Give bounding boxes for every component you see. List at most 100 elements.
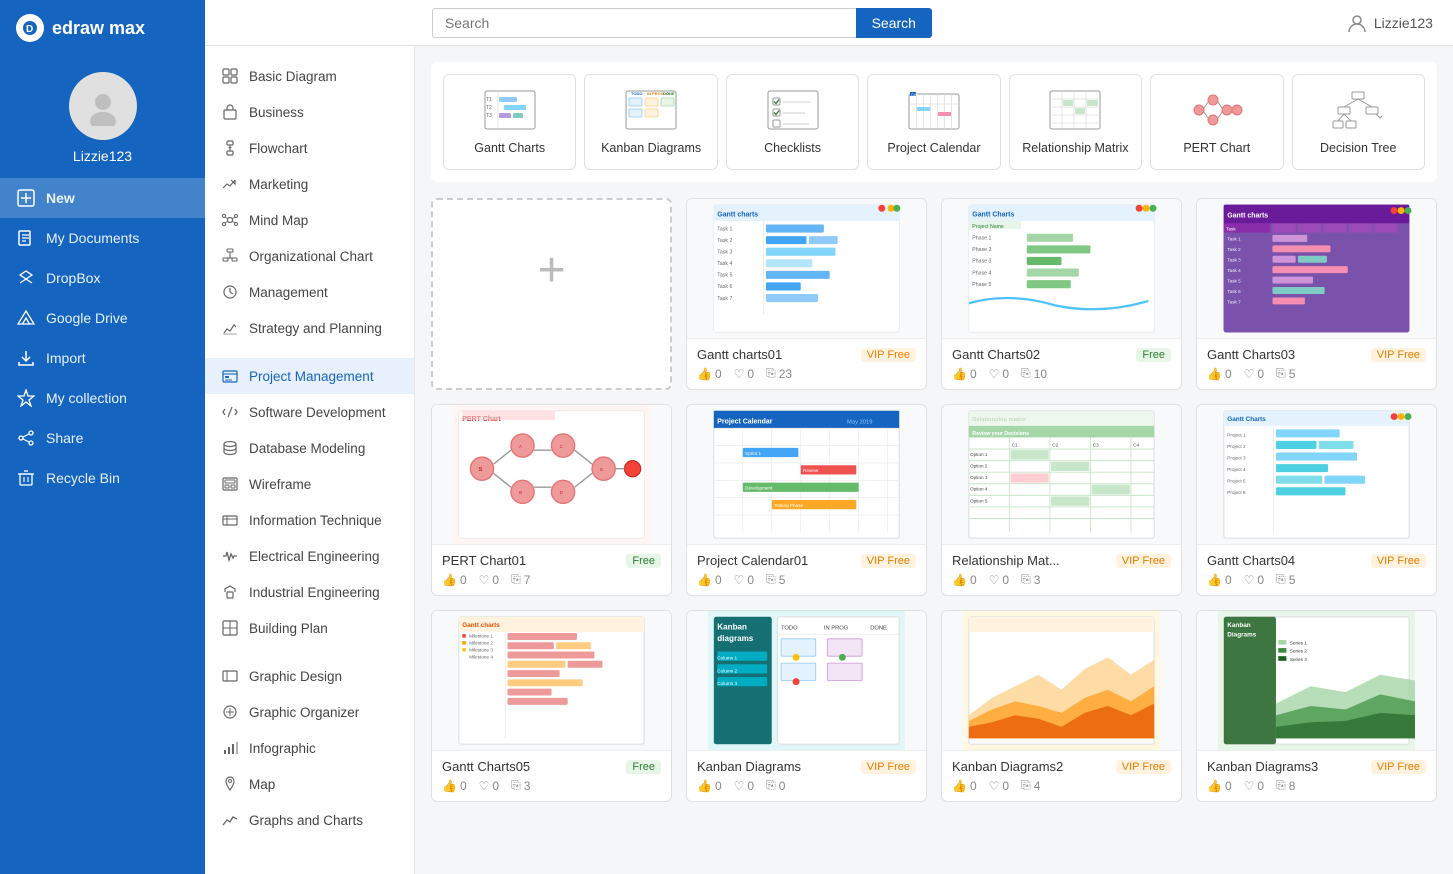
- category-project-management[interactable]: Project Management: [205, 358, 414, 394]
- type-card-pert-chart[interactable]: PERT Chart: [1150, 74, 1283, 170]
- type-card-project-calendar[interactable]: CAL Project Calendar: [867, 74, 1000, 170]
- template-card-gantt05[interactable]: Gantt charts Milestone 1 Milestone 2 Mil…: [431, 610, 672, 802]
- template-card-gantt01[interactable]: Gantt charts Task 1 Task 2: [686, 198, 927, 390]
- template-card-new[interactable]: +: [431, 198, 672, 390]
- type-card-gantt-charts[interactable]: T1 T2 T3 Gantt Charts: [443, 74, 576, 170]
- calendar01-thumb: Project Calendar May 2019: [687, 405, 926, 545]
- kanban3-info: Kanban Diagrams3 VIP Free 👍0 ♡0 ⎘8: [1197, 751, 1436, 801]
- category-strategy[interactable]: Strategy and Planning: [205, 310, 414, 346]
- relationship-thumb: Relationship matrix Review your Decision…: [942, 405, 1181, 545]
- category-building-plan[interactable]: Building Plan: [205, 610, 414, 646]
- category-graphs-charts[interactable]: Graphs and Charts: [205, 802, 414, 838]
- category-flowchart[interactable]: Flowchart: [205, 130, 414, 166]
- category-basic-diagram[interactable]: Basic Diagram: [205, 58, 414, 94]
- app-logo[interactable]: D edraw max: [0, 0, 205, 56]
- svg-text:Milestone 2: Milestone 2: [469, 641, 493, 646]
- sidebar-item-import[interactable]: Import: [0, 338, 205, 378]
- svg-text:May 2019: May 2019: [847, 420, 872, 426]
- svg-text:Series 2: Series 2: [1290, 649, 1307, 654]
- svg-text:Diagrams: Diagrams: [1227, 631, 1256, 638]
- sidebar-item-new[interactable]: New: [0, 178, 205, 218]
- like-icon: 👍: [697, 367, 712, 381]
- category-database-modeling[interactable]: Database Modeling: [205, 430, 414, 466]
- category-wireframe[interactable]: Wireframe: [205, 466, 414, 502]
- template-grid: + Gantt charts: [431, 198, 1437, 802]
- sidebar-item-my-collection[interactable]: My collection: [0, 378, 205, 418]
- category-marketing[interactable]: Marketing: [205, 166, 414, 202]
- template-card-gantt04[interactable]: Gantt Charts Project 1 Project 2 Project…: [1196, 404, 1437, 596]
- copy-icon: ⎘: [766, 572, 776, 587]
- template-card-calendar01[interactable]: Project Calendar May 2019: [686, 404, 927, 596]
- search-button[interactable]: Search: [856, 8, 932, 38]
- heart-icon: ♡: [989, 573, 1000, 587]
- category-industrial-eng[interactable]: Industrial Engineering: [205, 574, 414, 610]
- template-card-gantt03[interactable]: Gantt charts Task: [1196, 198, 1437, 390]
- heart-icon: ♡: [1244, 779, 1255, 793]
- type-card-decision-tree[interactable]: Decision Tree: [1292, 74, 1425, 170]
- category-software-dev[interactable]: Software Development: [205, 394, 414, 430]
- business-icon: [221, 103, 239, 121]
- electrical-icon: [221, 547, 239, 565]
- template-card-kanban2[interactable]: Kanban Diagrams Kanban Diagrams2 VIP Fre…: [941, 610, 1182, 802]
- svg-text:Phase 4: Phase 4: [972, 270, 991, 276]
- google-drive-icon: [16, 308, 36, 328]
- svg-text:Task 3: Task 3: [1227, 258, 1241, 263]
- heart-icon: ♡: [479, 573, 490, 587]
- type-cards-row: T1 T2 T3 Gantt Charts: [431, 62, 1437, 182]
- category-info-technique[interactable]: Information Technique: [205, 502, 414, 538]
- gantt05-thumb: Gantt charts Milestone 1 Milestone 2 Mil…: [432, 611, 671, 751]
- category-org-chart[interactable]: Organizational Chart: [205, 238, 414, 274]
- category-electrical-eng[interactable]: Electrical Engineering: [205, 538, 414, 574]
- sidebar-item-my-documents[interactable]: My Documents: [0, 218, 205, 258]
- sidebar-item-share[interactable]: Share: [0, 418, 205, 458]
- svg-text:Series 3: Series 3: [1290, 657, 1307, 662]
- search-input[interactable]: [432, 8, 856, 38]
- svg-text:Phase 1: Phase 1: [972, 236, 991, 242]
- template-card-relationship[interactable]: Relationship matrix Review your Decision…: [941, 404, 1182, 596]
- template-card-kanban1[interactable]: Kanban diagrams Column 1 Column 2 Column…: [686, 610, 927, 802]
- copy-icon: ⎘: [1276, 572, 1286, 587]
- category-management[interactable]: Management: [205, 274, 414, 310]
- header-user: Lizzie123: [1346, 12, 1433, 34]
- copy-icon: ⎘: [1021, 778, 1031, 793]
- gantt02-info: Gantt Charts02 Free 👍0 ♡0 ⎘10: [942, 339, 1181, 389]
- type-card-relationship-matrix[interactable]: Relationship Matrix: [1009, 74, 1142, 170]
- map-icon: [221, 775, 239, 793]
- category-business[interactable]: Business: [205, 94, 414, 130]
- svg-text:Series 1: Series 1: [1290, 641, 1307, 646]
- svg-text:Review your Decisions: Review your Decisions: [972, 431, 1029, 437]
- category-map[interactable]: Map: [205, 766, 414, 802]
- sidebar-item-dropbox[interactable]: DropBox: [0, 258, 205, 298]
- category-navigation: Basic Diagram Business Flowchart Marketi…: [205, 46, 415, 874]
- gantt04-info: Gantt Charts04 VIP Free 👍0 ♡0 ⎘5: [1197, 545, 1436, 595]
- svg-text:DONE: DONE: [870, 626, 887, 632]
- svg-text:Project 4: Project 4: [1227, 467, 1246, 472]
- svg-text:Task 5: Task 5: [1227, 278, 1241, 283]
- like-icon: 👍: [952, 573, 967, 587]
- sidebar-item-recycle-bin[interactable]: Recycle Bin: [0, 458, 205, 498]
- svg-text:S: S: [479, 467, 483, 473]
- svg-text:Kanban: Kanban: [1227, 622, 1250, 629]
- like-icon: 👍: [1207, 367, 1222, 381]
- svg-text:Task 1: Task 1: [717, 226, 732, 232]
- svg-text:Gantt charts: Gantt charts: [717, 211, 758, 218]
- category-mind-map[interactable]: Mind Map: [205, 202, 414, 238]
- template-card-kanban3[interactable]: Kanban Diagrams Kanban Diagrams Series: [1196, 610, 1437, 802]
- type-card-checklists[interactable]: Checklists: [726, 74, 859, 170]
- type-card-kanban[interactable]: TODO IN PROG DONE Kanban Diagrams: [584, 74, 717, 170]
- copy-icon: ⎘: [766, 366, 776, 381]
- management-icon: [221, 283, 239, 301]
- template-card-pert01[interactable]: PERT Chart: [431, 404, 672, 596]
- gantt05-info: Gantt Charts05 Free 👍0 ♡0 ⎘3: [432, 751, 671, 801]
- svg-text:Option 2: Option 2: [970, 464, 988, 469]
- template-card-gantt02[interactable]: Gantt Charts Project Name Phase 1 Phase …: [941, 198, 1182, 390]
- copy-icon: ⎘: [511, 572, 521, 587]
- category-infographic[interactable]: Infographic: [205, 730, 414, 766]
- svg-text:Project Name: Project Name: [972, 224, 1004, 230]
- copy-icon: ⎘: [511, 778, 521, 793]
- mind-map-icon: [221, 211, 239, 229]
- sidebar-item-google-drive[interactable]: Google Drive: [0, 298, 205, 338]
- svg-text:Task 3: Task 3: [717, 249, 732, 255]
- category-graphic-organizer[interactable]: Graphic Organizer: [205, 694, 414, 730]
- category-graphic-design[interactable]: Graphic Design: [205, 658, 414, 694]
